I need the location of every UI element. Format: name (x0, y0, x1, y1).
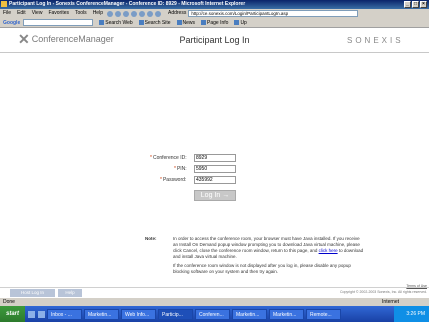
terms-link[interactable]: Terms of Use (406, 284, 427, 288)
host-login-button[interactable]: Host Log In (10, 289, 55, 297)
search-web-icon (99, 19, 105, 25)
google-search-input[interactable] (23, 19, 94, 26)
up-icon (234, 19, 240, 25)
help-button[interactable]: Help (58, 289, 82, 297)
address-input[interactable]: http://ce.sonexis.com/Login/ParticipantL… (188, 10, 359, 17)
taskbar-item[interactable]: Inbox - ... (47, 308, 83, 320)
menu-tools[interactable]: Tools (72, 9, 90, 18)
password-label: Password: (162, 177, 187, 183)
news-icon (176, 19, 182, 25)
status-text: Done (3, 299, 15, 305)
arrow-right-icon: → (222, 192, 230, 199)
search-site-button[interactable]: Search Site (138, 18, 171, 27)
taskbar-item[interactable]: Marketin... (269, 308, 305, 320)
required-marker: * (174, 166, 176, 172)
taskbar-item[interactable]: Remote... (306, 308, 342, 320)
stop-icon[interactable] (122, 10, 129, 17)
status-bar: Done Internet (0, 297, 429, 306)
back-icon[interactable] (106, 10, 113, 17)
java-download-link[interactable]: click here (319, 248, 338, 253)
home-icon[interactable] (138, 10, 145, 17)
window-title: Participant Log In - Sonexis ConferenceM… (9, 1, 246, 7)
menu-bar: File Edit View Favorites Tools Help Addr… (0, 9, 429, 18)
info-icon (201, 19, 207, 25)
menu-favorites[interactable]: Favorites (45, 9, 72, 18)
google-toolbar: Google Search Web Search Site News Page … (0, 18, 429, 28)
search-site-icon (138, 19, 144, 25)
system-clock: 3:26 PM (394, 306, 429, 322)
taskbar-item[interactable]: Web Info... (121, 308, 157, 320)
forward-icon[interactable] (114, 10, 121, 17)
google-logo: Google (3, 19, 21, 26)
password-field[interactable]: 435992 (194, 176, 236, 184)
close-button[interactable]: × (420, 1, 427, 8)
search-web-button[interactable]: Search Web (99, 18, 133, 27)
address-label: Address (167, 10, 187, 16)
taskbar-item-active[interactable]: Particip... (158, 308, 194, 320)
minimize-button[interactable]: _ (404, 1, 411, 8)
taskbar-item[interactable]: Marketin... (232, 308, 268, 320)
conference-id-row: * Conference ID: 8929 (150, 154, 236, 162)
taskbar-item[interactable]: Conferen... (195, 308, 231, 320)
note-paragraph-popup: If the conference room window is not dis… (173, 263, 351, 274)
required-marker: * (160, 177, 162, 183)
page-info-button[interactable]: Page Info (201, 18, 228, 27)
maximize-button[interactable]: □ (412, 1, 419, 8)
conference-id-field[interactable]: 8929 (194, 154, 236, 162)
quick-launch-icon[interactable] (38, 310, 46, 318)
up-button[interactable]: Up (234, 18, 247, 27)
login-button[interactable]: Log In → (194, 190, 236, 201)
java-note: Note: In order to access the conference … (145, 236, 365, 278)
pin-field[interactable]: 5950 (194, 165, 236, 173)
start-button[interactable]: start (0, 306, 26, 322)
pin-row: * PIN: 5950 (174, 165, 236, 173)
search-icon[interactable] (146, 10, 153, 17)
quick-launch-icon[interactable] (28, 310, 36, 318)
favorites-icon[interactable] (154, 10, 161, 17)
taskbar-item[interactable]: Marketin... (84, 308, 120, 320)
taskbar: start Inbox - ... Marketin... Web Info..… (0, 306, 429, 322)
news-button[interactable]: News (176, 18, 195, 27)
menu-file[interactable]: File (0, 9, 14, 18)
menu-view[interactable]: View (29, 9, 46, 18)
required-marker: * (150, 155, 152, 161)
note-paragraph-java: In order to access the conference room, … (173, 236, 364, 259)
menu-help[interactable]: Help (90, 9, 106, 18)
copyright-text: Copyright © 2002-2003 Sonexis, Inc. All … (339, 290, 427, 294)
page-footer: Host Log In Help Terms of Use Copyright … (0, 284, 429, 297)
note-label: Note: (145, 236, 157, 241)
conference-id-label: Conference ID: (152, 155, 187, 161)
ie-icon (1, 1, 7, 7)
sonexis-logo: SONEXIS (347, 36, 404, 45)
pin-label: PIN: (176, 166, 187, 172)
refresh-icon[interactable] (130, 10, 137, 17)
password-row: * Password: 435992 (160, 176, 236, 184)
browser-title-bar: Participant Log In - Sonexis ConferenceM… (0, 0, 429, 9)
menu-edit[interactable]: Edit (14, 9, 29, 18)
